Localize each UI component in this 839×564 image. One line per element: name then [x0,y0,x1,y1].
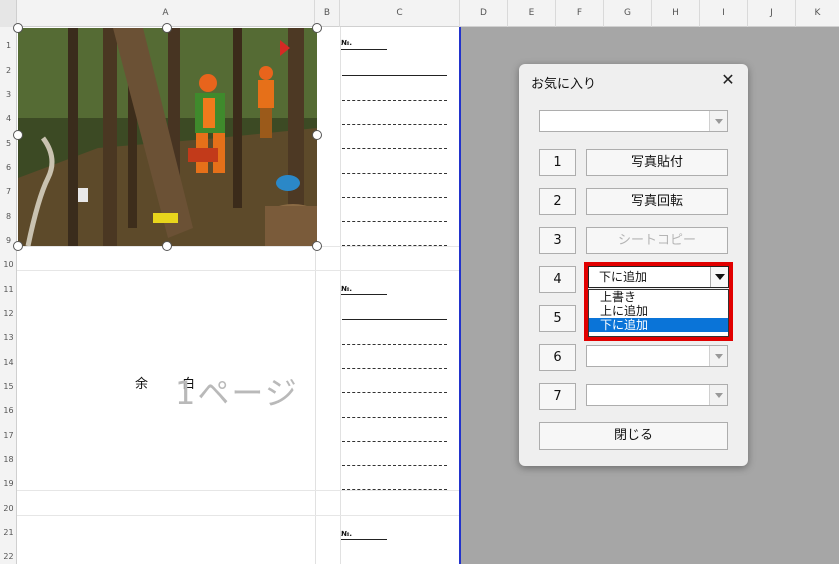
dashed-rule [342,245,447,246]
row-header[interactable]: 6 [0,163,17,172]
copy-sheet-button[interactable]: シートコピー [586,227,728,254]
rotate-photo-button[interactable]: 写真回転 [586,188,728,215]
resize-handle[interactable] [312,241,322,251]
column-header-f[interactable]: F [556,0,604,27]
resize-handle[interactable] [312,130,322,140]
dashed-rule [342,465,447,466]
option-insert-below[interactable]: 下に追加 [589,318,728,332]
dashed-rule [342,417,447,418]
row-header[interactable]: 5 [0,139,17,148]
number-button-3[interactable]: 3 [539,227,576,254]
row-header[interactable]: 16 [0,406,17,415]
row-header[interactable]: 10 [0,260,17,269]
dashed-rule [342,148,447,149]
column-header-e[interactable]: E [508,0,556,27]
close-button[interactable]: 閉じる [539,422,728,450]
page-number-watermark: 1ページ [175,374,299,412]
number-button-1[interactable]: 1 [539,149,576,176]
row-header-bar: 1 2 3 4 5 6 7 8 9 10 11 12 13 14 15 16 1… [0,27,17,564]
favorites-combobox[interactable] [539,110,728,132]
row-header[interactable]: 4 [0,114,17,123]
row-header[interactable]: 15 [0,382,17,391]
column-gridline [340,27,341,564]
row-header[interactable]: 17 [0,431,17,440]
chevron-down-icon[interactable] [709,385,727,405]
dialog-title: お気に入り [531,77,597,92]
margin-text-1: 余 [135,377,149,392]
resize-handle[interactable] [162,23,172,33]
column-header-i[interactable]: I [700,0,748,27]
dashed-rule [342,344,447,345]
row-gridline [17,270,459,271]
column-header-g[interactable]: G [604,0,652,27]
option-combobox-7[interactable] [586,384,728,406]
resize-handle[interactable] [13,130,23,140]
column-header-d[interactable]: D [460,0,508,27]
insert-mode-combobox[interactable]: 下に追加 [588,266,729,288]
row-header[interactable]: 7 [0,187,17,196]
number-button-7[interactable]: 7 [539,383,576,410]
column-header-bar: A B C D E F G H I J K [0,0,839,27]
number-button-4[interactable]: 4 [539,266,576,293]
option-insert-above[interactable]: 上に追加 [589,304,728,318]
number-button-5[interactable]: 5 [539,305,576,332]
forest-worker-photo[interactable] [18,28,317,246]
row-header[interactable]: 19 [0,479,17,488]
number-underline [341,49,387,50]
dashed-rule [342,489,447,490]
number-underline [341,294,387,295]
resize-handle[interactable] [312,23,322,33]
dashed-rule [342,368,447,369]
number-button-2[interactable]: 2 [539,188,576,215]
resize-handle[interactable] [13,23,23,33]
dashed-rule [342,173,447,174]
resize-handle[interactable] [162,241,172,251]
dashed-rule [342,441,447,442]
option-overwrite[interactable]: 上書き [589,290,728,304]
dashed-rule [342,392,447,393]
column-header-h[interactable]: H [652,0,700,27]
favorites-dialog: お気に入り ✕ 1 写真貼付 2 写真回転 3 シートコピー 4 5 6 7 閉… [519,64,748,466]
insert-mode-options: 上書き 上に追加 下に追加 [588,289,729,337]
column-header-c[interactable]: C [340,0,460,27]
row-header[interactable]: 13 [0,333,17,342]
number-underline [341,539,387,540]
dashed-rule [342,197,447,198]
row-header[interactable]: 18 [0,455,17,464]
chevron-down-icon[interactable] [709,111,727,131]
chevron-down-icon[interactable] [709,346,727,366]
row-gridline [17,246,459,247]
number-button-6[interactable]: 6 [539,344,576,371]
row-header[interactable]: 2 [0,66,17,75]
solid-rule [342,75,447,76]
row-header[interactable]: 20 [0,504,17,513]
row-header[interactable]: 11 [0,285,17,294]
row-header[interactable]: 14 [0,358,17,367]
insert-mode-value: 下に追加 [599,270,648,284]
row-header[interactable]: 8 [0,212,17,221]
row-gridline [17,490,459,491]
row-header[interactable]: 1 [0,41,17,50]
number-label: №. [341,39,353,47]
row-gridline [17,515,459,516]
dashed-rule [342,221,447,222]
dashed-rule [342,100,447,101]
number-label: №. [341,530,353,538]
dashed-rule [342,124,447,125]
row-header[interactable]: 3 [0,90,17,99]
resize-handle[interactable] [13,241,23,251]
print-area-border [459,27,461,564]
solid-rule [342,319,447,320]
paste-photo-button[interactable]: 写真貼付 [586,149,728,176]
number-label: №. [341,285,353,293]
column-header-k[interactable]: K [796,0,839,27]
row-header[interactable]: 22 [0,552,17,561]
option-combobox-6[interactable] [586,345,728,367]
column-header-j[interactable]: J [748,0,796,27]
chevron-down-icon[interactable] [710,267,728,287]
close-icon[interactable]: ✕ [716,68,740,92]
row-header[interactable]: 21 [0,528,17,537]
row-header[interactable]: 12 [0,309,17,318]
